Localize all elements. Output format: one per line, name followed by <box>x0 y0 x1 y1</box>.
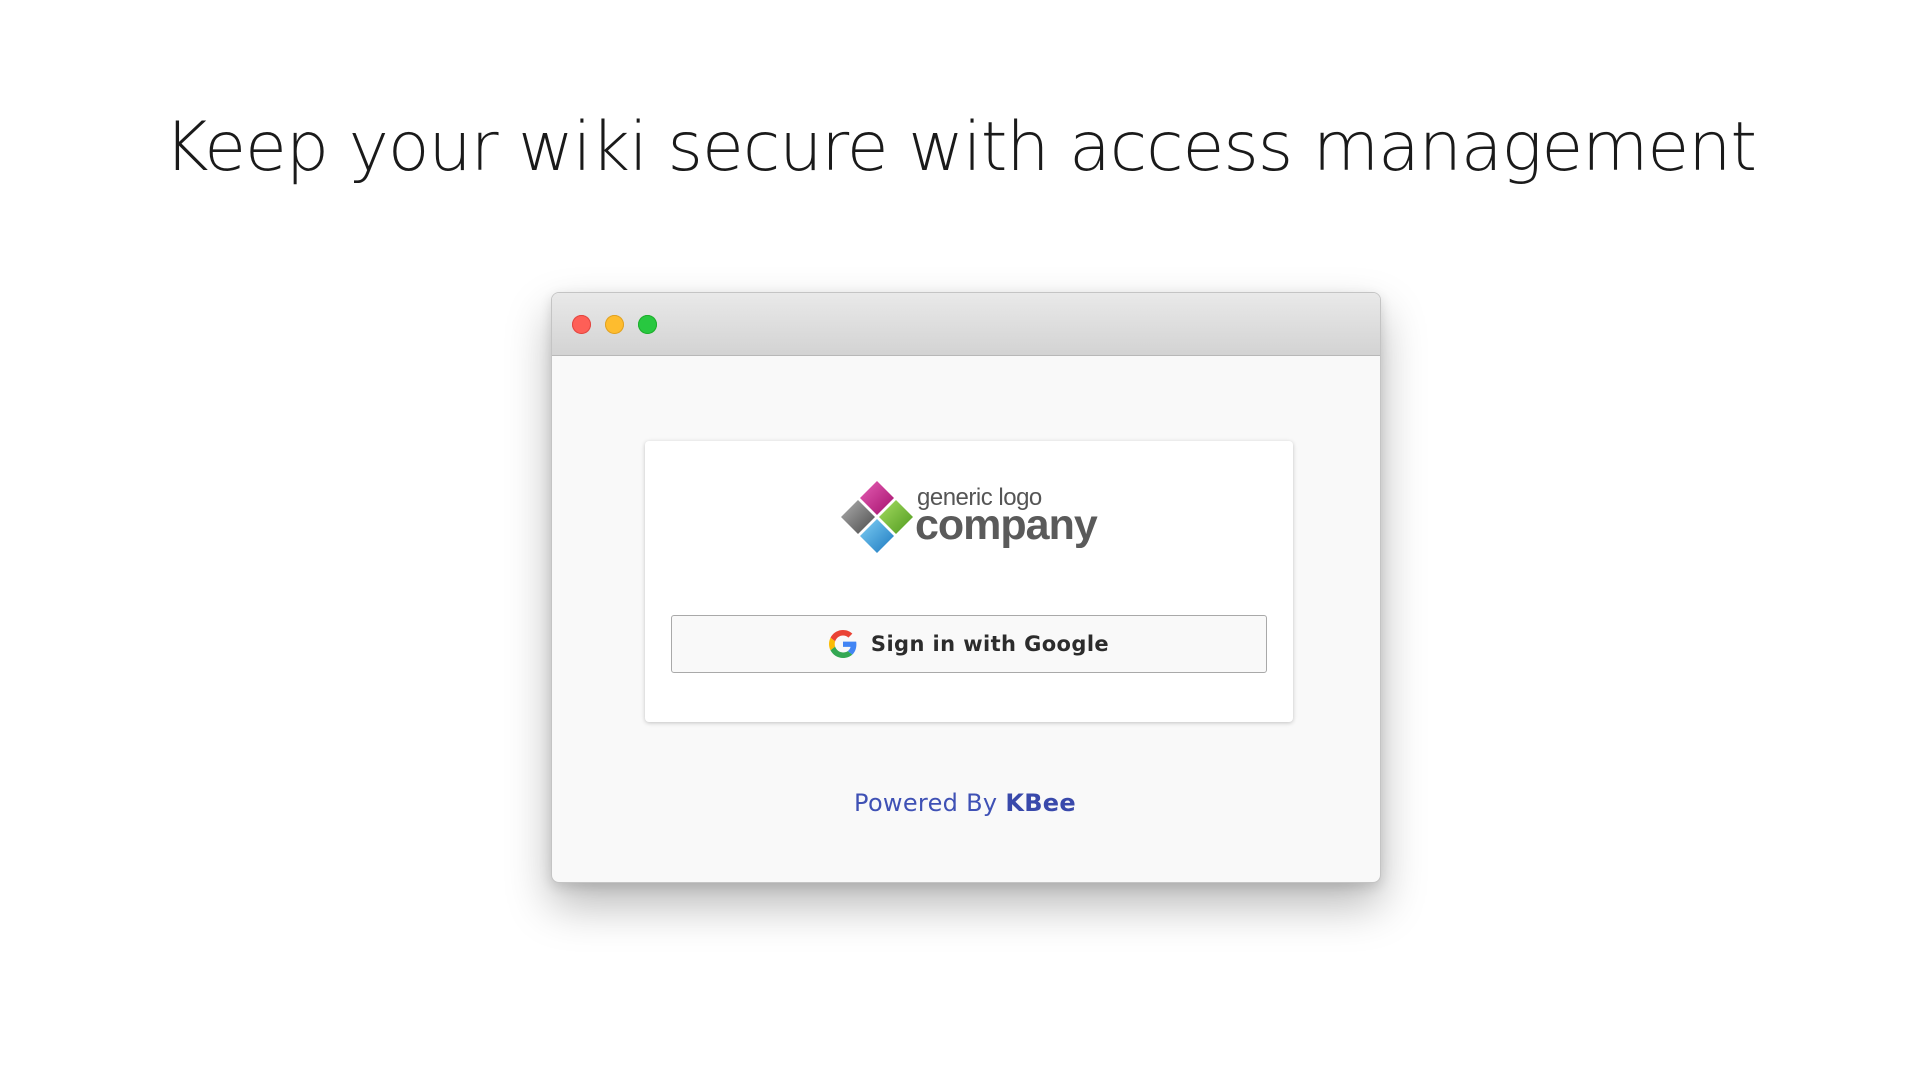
window-titlebar <box>552 293 1380 356</box>
sign-in-button-label: Sign in with Google <box>870 632 1110 656</box>
close-window-button[interactable] <box>572 315 591 334</box>
google-g-icon <box>828 630 857 658</box>
browser-window: generic logo company Sign in with Google… <box>551 292 1381 883</box>
page-headline: Keep your wiki secure with access manage… <box>163 108 1757 187</box>
powered-by-footer: Powered By KBee <box>552 789 1378 817</box>
minimize-window-button[interactable] <box>605 315 624 334</box>
kbee-brand-link[interactable]: KBee <box>1005 789 1076 817</box>
logo-company-name: company <box>915 501 1098 549</box>
maximize-window-button[interactable] <box>638 315 657 334</box>
login-card: generic logo company Sign in with Google <box>645 441 1293 722</box>
sign-in-with-google-button[interactable]: Sign in with Google <box>671 615 1267 673</box>
company-logo: generic logo company <box>839 479 1109 555</box>
powered-by-text: Powered By <box>854 789 998 817</box>
diamond-logo-icon <box>841 481 913 553</box>
